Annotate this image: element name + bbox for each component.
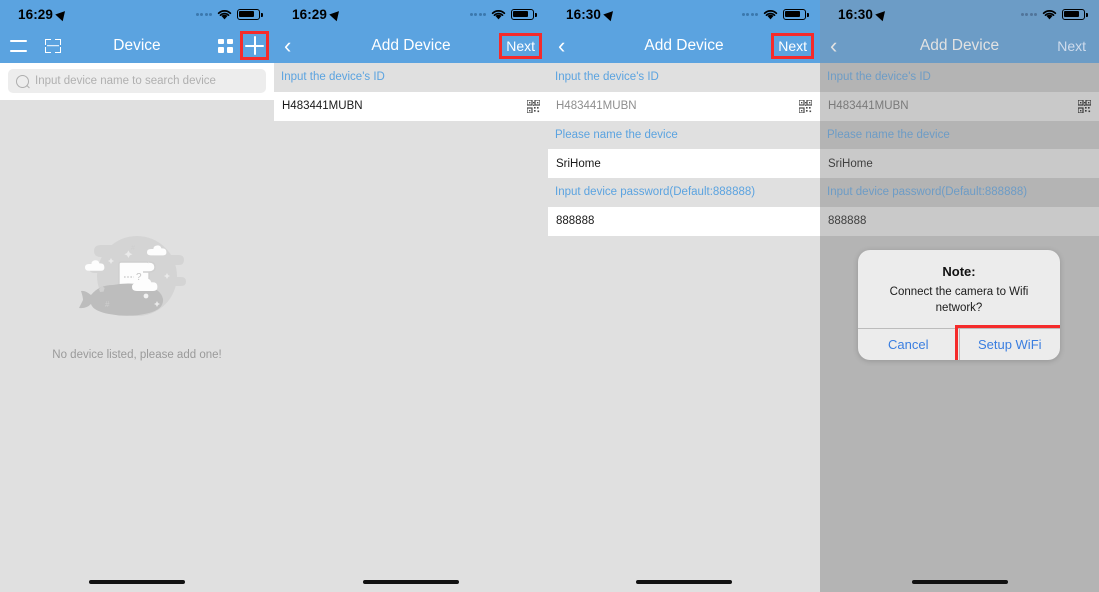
dialog-title: Note:	[942, 264, 976, 279]
no-device-illustration: ? # #	[79, 236, 186, 316]
field-label-device-id: Input the device's ID	[555, 71, 659, 83]
status-bar: 16:30	[548, 0, 820, 28]
panel-add-device-wifi-prompt: 16:30 ‹ Add Device Next Input the device…	[820, 0, 1099, 592]
status-bar: 16:29	[274, 0, 548, 28]
device-list-body: ? # # No device listed, please add one!	[0, 100, 274, 592]
location-arrow-icon	[603, 7, 617, 21]
nav-bar: Device	[0, 28, 274, 63]
nav-bar-left-actions: ‹	[284, 34, 291, 57]
status-bar-indicators	[195, 8, 263, 20]
dialog-actions: Cancel Setup WiFi	[858, 325, 1060, 361]
search-input[interactable]: Input device name to search device	[8, 69, 266, 93]
status-bar-time-group: 16:30	[566, 6, 617, 22]
next-button[interactable]: Next	[771, 32, 814, 59]
status-bar: 16:29	[0, 0, 274, 28]
status-bar-time-group: 16:29	[292, 6, 343, 22]
field-row-device-name[interactable]: SriHome	[548, 149, 820, 179]
nav-bar-right-actions: Next	[771, 32, 814, 59]
location-arrow-icon	[329, 7, 343, 21]
nav-bar-right-actions	[218, 31, 269, 60]
empty-state: ? # # No device listed, please add one!	[0, 233, 274, 361]
grid-view-icon[interactable]	[218, 38, 233, 53]
field-value-device-name: SriHome	[556, 157, 601, 170]
chevron-left-icon[interactable]: ‹	[284, 34, 291, 57]
wifi-icon	[217, 9, 232, 20]
add-device-button[interactable]	[240, 31, 269, 60]
search-placeholder: Input device name to search device	[35, 75, 216, 87]
status-bar-time: 16:29	[292, 6, 328, 22]
add-device-form: Input the device's ID H483441MUBN	[274, 63, 548, 121]
chevron-left-icon[interactable]: ‹	[830, 34, 837, 57]
qr-code-icon[interactable]	[798, 99, 813, 114]
field-row-device-id[interactable]: H483441MUBN	[548, 91, 820, 121]
nav-bar: ‹ Add Device Next	[274, 28, 548, 63]
home-indicator[interactable]	[820, 580, 1099, 584]
panel-add-device-step1: 16:29 ‹ Add Device Next Input the device…	[274, 0, 548, 592]
wifi-prompt-dialog: Note: Connect the camera to Wifi network…	[858, 250, 1060, 361]
location-arrow-icon	[55, 7, 69, 21]
search-icon	[13, 71, 32, 91]
nav-bar-left-actions	[10, 38, 61, 53]
wifi-icon	[491, 9, 506, 20]
field-label-device-name: Please name the device	[555, 128, 678, 141]
setup-wifi-button[interactable]: Setup WiFi	[954, 325, 1060, 361]
panel-device-list: 16:29 Device Input device name to search…	[0, 0, 274, 592]
nav-bar-left-actions: ‹	[558, 34, 565, 57]
battery-icon	[511, 8, 537, 20]
nav-bar: ‹ Add Device Next	[548, 28, 820, 63]
scan-frame-icon[interactable]	[45, 38, 61, 53]
svg-text:#: #	[131, 245, 135, 252]
screenshot-strip: 16:29 Device Input device name to search…	[0, 0, 1099, 592]
battery-icon	[237, 8, 263, 20]
nav-bar-right-actions: Next	[1054, 37, 1089, 55]
home-indicator[interactable]	[0, 580, 274, 584]
field-row-device-id[interactable]: H483441MUBN	[274, 91, 548, 121]
status-bar-time: 16:29	[18, 6, 54, 22]
plus-icon	[245, 36, 264, 55]
signal-dots-icon	[469, 12, 486, 16]
signal-dots-icon	[741, 12, 758, 16]
field-label-device-password: Input device password(Default:888888)	[555, 186, 756, 199]
search-zone: Input device name to search device	[0, 63, 274, 100]
nav-bar-left-actions: ‹	[830, 34, 837, 57]
status-bar-time-group: 16:29	[18, 6, 69, 22]
field-value-device-id: H483441MUBN	[282, 100, 363, 113]
dialog-message: Connect the camera to Wifi network?	[889, 286, 1029, 314]
field-label-device-id: Input the device's ID	[281, 71, 385, 83]
home-indicator[interactable]	[548, 580, 820, 584]
nav-bar-right-actions: Next	[499, 32, 542, 59]
qr-code-icon[interactable]	[526, 99, 541, 114]
wifi-icon	[763, 9, 778, 20]
next-button[interactable]: Next	[1054, 37, 1089, 55]
svg-text:?: ?	[136, 272, 142, 283]
field-row-device-password[interactable]: 888888	[548, 206, 820, 236]
home-indicator[interactable]	[274, 580, 548, 584]
status-bar-time: 16:30	[566, 6, 602, 22]
panel-add-device-step2: 16:30 ‹ Add Device Next Input the device…	[548, 0, 820, 592]
cancel-button[interactable]: Cancel	[858, 329, 959, 360]
hamburger-menu-icon[interactable]	[10, 39, 27, 52]
empty-state-message: No device listed, please add one!	[52, 349, 222, 361]
next-button[interactable]: Next	[499, 32, 542, 59]
status-bar-indicators	[741, 8, 809, 20]
field-value-device-id: H483441MUBN	[556, 100, 637, 113]
chevron-left-icon[interactable]: ‹	[558, 34, 565, 57]
battery-icon	[783, 8, 809, 20]
add-device-form: Input the device's ID H483441MUBN Please…	[548, 63, 820, 236]
field-value-device-password: 888888	[556, 215, 595, 228]
signal-dots-icon	[195, 12, 212, 16]
dialog-body: Note: Connect the camera to Wifi network…	[858, 250, 1060, 328]
status-bar-indicators	[469, 8, 537, 20]
svg-text:#: #	[105, 300, 110, 309]
